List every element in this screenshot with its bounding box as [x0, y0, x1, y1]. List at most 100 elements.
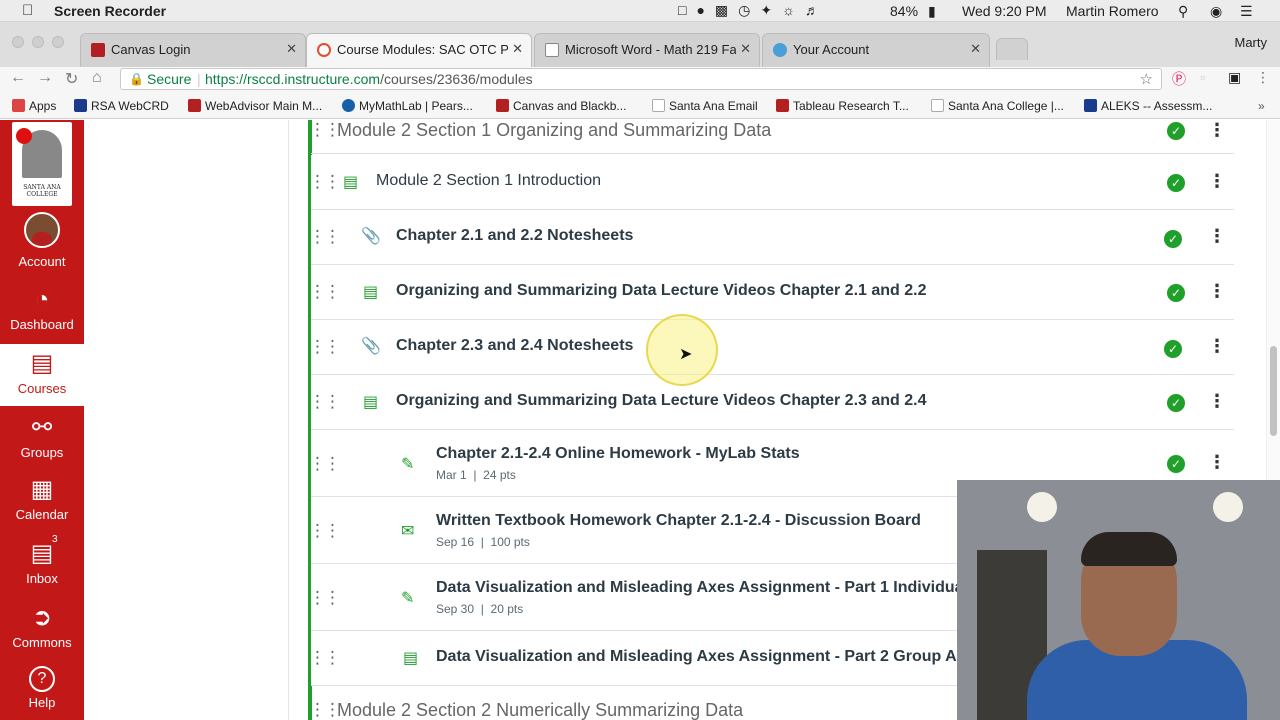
nav-courses[interactable]: ▤ Courses — [0, 344, 84, 406]
chrome-menu-icon[interactable]: ⋮ — [1256, 69, 1270, 86]
status-tray-icons[interactable]: □●▩◷✦☼♬ — [678, 2, 829, 19]
module-item[interactable]: ⋮⋮ 📎 Chapter 2.1 and 2.2 Notesheets ✓ ⋮ — [309, 210, 1234, 265]
nav-label: Groups — [20, 445, 64, 460]
item-options-kebab-icon[interactable]: ⋮ — [1208, 281, 1226, 302]
module-item[interactable]: ⋮⋮ ▤ Module 2 Section 1 Introduction ✓ ⋮ — [309, 155, 1234, 210]
module-item-title[interactable]: Chapter 2.1 and 2.2 Notesheets — [396, 227, 633, 245]
points: 100 pts — [490, 535, 530, 549]
nav-dashboard[interactable]: ◔ Dashboard — [0, 286, 84, 346]
nav-inbox[interactable]: ▤ 3 Inbox — [0, 534, 84, 600]
notification-center-icon[interactable]: ☰ — [1240, 3, 1253, 20]
module-item-title[interactable]: Organizing and Summarizing Data Lecture … — [396, 282, 927, 300]
drag-handle-icon[interactable]: ⋮⋮ — [309, 282, 341, 302]
amazon-extension-icon[interactable]: ▣ — [1228, 69, 1241, 86]
bookmark-rsa-webcrd[interactable]: RSA WebCRD — [74, 99, 169, 113]
nav-label: Inbox — [26, 571, 58, 586]
tab-microsoft-word[interactable]: Microsoft Word - Math 219 Fal ✕ — [534, 33, 760, 67]
user-name[interactable]: Martin Romero — [1066, 3, 1159, 19]
app-name[interactable]: Screen Recorder — [54, 3, 166, 19]
nav-account[interactable]: Account — [0, 212, 84, 276]
tab-title: Canvas Login — [111, 42, 191, 57]
forward-arrow-icon[interactable]: → — [37, 69, 53, 87]
module-item[interactable]: ⋮⋮ 📎 Chapter 2.3 and 2.4 Notesheets ✓ ⋮ — [309, 320, 1234, 375]
published-check-icon[interactable]: ✓ — [1164, 340, 1182, 358]
close-tab-icon[interactable]: ✕ — [970, 41, 981, 57]
home-icon[interactable]: ⌂ — [92, 69, 102, 87]
window-minimize-button[interactable] — [32, 36, 44, 48]
drag-handle-icon[interactable]: ⋮⋮ — [309, 588, 341, 608]
siri-icon[interactable]: ◉ — [1210, 3, 1222, 20]
drag-handle-icon[interactable]: ⋮⋮ — [309, 648, 341, 668]
close-tab-icon[interactable]: ✕ — [736, 41, 751, 57]
bookmark-apps[interactable]: Apps — [12, 99, 56, 113]
module-options-kebab-icon[interactable]: ⋮ — [1208, 120, 1226, 141]
bookmark-star-icon[interactable]: ☆ — [1140, 70, 1153, 88]
item-options-kebab-icon[interactable]: ⋮ — [1208, 226, 1226, 247]
tab-canvas-login[interactable]: Canvas Login ✕ — [80, 33, 306, 67]
window-zoom-button[interactable] — [52, 36, 64, 48]
extension-icon[interactable]: ▫ — [1200, 69, 1205, 85]
close-tab-icon[interactable]: ✕ — [286, 41, 297, 57]
due-date: Sep 30 — [436, 602, 475, 616]
address-bar[interactable]: 🔒 Secure | https://rsccd.instructure.com… — [120, 68, 1162, 90]
close-tab-icon[interactable]: ✕ — [508, 41, 523, 57]
module-header[interactable]: ⋮⋮ Module 2 Section 1 Organizing and Sum… — [309, 120, 1234, 154]
pinterest-extension-icon[interactable]: Ⓟ — [1172, 69, 1186, 89]
drag-handle-icon[interactable]: ⋮⋮ — [309, 392, 341, 412]
profile-name[interactable]: Marty — [1235, 35, 1268, 50]
new-tab-button[interactable] — [996, 38, 1028, 60]
window-close-button[interactable] — [12, 36, 24, 48]
battery-percent[interactable]: 84% — [890, 3, 918, 19]
published-check-icon[interactable]: ✓ — [1167, 284, 1185, 302]
drag-handle-icon[interactable]: ⋮⋮ — [309, 172, 341, 192]
drag-handle-icon[interactable]: ⋮⋮ — [309, 337, 341, 357]
drag-handle-icon[interactable]: ⋮⋮ — [309, 227, 341, 247]
module-item-title[interactable]: Module 2 Section 1 Introduction — [376, 172, 601, 190]
nav-label: Dashboard — [10, 317, 74, 332]
nav-help[interactable]: ? Help — [0, 666, 84, 720]
clock[interactable]: Wed 9:20 PM — [962, 3, 1047, 19]
bookmark-canvas-blackboard[interactable]: Canvas and Blackb... — [496, 99, 626, 113]
bookmark-santa-ana-college[interactable]: Santa Ana College |... — [931, 99, 1064, 113]
battery-icon[interactable]: ▮ — [928, 3, 936, 20]
drag-handle-icon[interactable]: ⋮⋮ — [309, 521, 341, 541]
drag-handle-icon[interactable]: ⋮⋮ — [309, 454, 341, 474]
drag-handle-icon[interactable]: ⋮⋮ — [309, 700, 341, 720]
module-item-title[interactable]: Chapter 2.3 and 2.4 Notesheets — [396, 337, 633, 355]
item-options-kebab-icon[interactable]: ⋮ — [1208, 452, 1226, 473]
nav-commons[interactable]: ➲ Commons — [0, 604, 84, 664]
module-item-title[interactable]: Organizing and Summarizing Data Lecture … — [396, 392, 927, 410]
drag-handle-icon[interactable]: ⋮⋮ — [309, 120, 341, 140]
module-item[interactable]: ⋮⋮ ▤ Organizing and Summarizing Data Lec… — [309, 375, 1234, 430]
published-check-icon[interactable]: ✓ — [1167, 394, 1185, 412]
apple-icon[interactable]:  — [22, 2, 33, 19]
bookmark-mymathlab[interactable]: MyMathLab | Pears... — [342, 99, 473, 113]
url-text[interactable]: https://rsccd.instructure.com/courses/23… — [205, 71, 533, 87]
item-options-kebab-icon[interactable]: ⋮ — [1208, 171, 1226, 192]
module-item-title[interactable]: Written Textbook Homework Chapter 2.1-2.… — [436, 512, 921, 530]
module-item-title[interactable]: Chapter 2.1-2.4 Online Homework - MyLab … — [436, 445, 800, 463]
item-options-kebab-icon[interactable]: ⋮ — [1208, 336, 1226, 357]
nav-groups[interactable]: ⚯ Groups — [0, 414, 84, 474]
bookmark-tableau[interactable]: Tableau Research T... — [776, 99, 909, 113]
bookmarks-overflow-chevron-icon[interactable]: » — [1258, 99, 1265, 113]
bookmark-webadvisor[interactable]: WebAdvisor Main M... — [188, 99, 322, 113]
nav-calendar[interactable]: ▦ Calendar — [0, 476, 84, 536]
santa-ana-college-logo[interactable]: SANTA ANA COLLEGE — [12, 122, 72, 206]
tab-your-account[interactable]: Your Account ✕ — [762, 33, 990, 67]
item-options-kebab-icon[interactable]: ⋮ — [1208, 391, 1226, 412]
reload-icon[interactable]: ↻ — [65, 69, 78, 89]
bookmark-aleks[interactable]: ALEKS -- Assessm... — [1084, 99, 1212, 113]
module-item-title[interactable]: Data Visualization and Misleading Axes A… — [436, 648, 1037, 666]
spotlight-icon[interactable]: ⚲ — [1178, 3, 1188, 20]
published-check-icon[interactable]: ✓ — [1167, 122, 1185, 140]
published-check-icon[interactable]: ✓ — [1167, 455, 1185, 473]
tab-course-modules[interactable]: Course Modules: SAC OTC Pre ✕ — [306, 33, 532, 67]
nav-label: Commons — [12, 635, 72, 650]
published-check-icon[interactable]: ✓ — [1164, 230, 1182, 248]
back-arrow-icon[interactable]: ← — [10, 69, 26, 87]
bookmark-santa-ana-email[interactable]: Santa Ana Email — [652, 99, 758, 113]
published-check-icon[interactable]: ✓ — [1167, 174, 1185, 192]
scrollbar-thumb[interactable] — [1270, 346, 1277, 436]
module-item[interactable]: ⋮⋮ ▤ Organizing and Summarizing Data Lec… — [309, 265, 1234, 320]
